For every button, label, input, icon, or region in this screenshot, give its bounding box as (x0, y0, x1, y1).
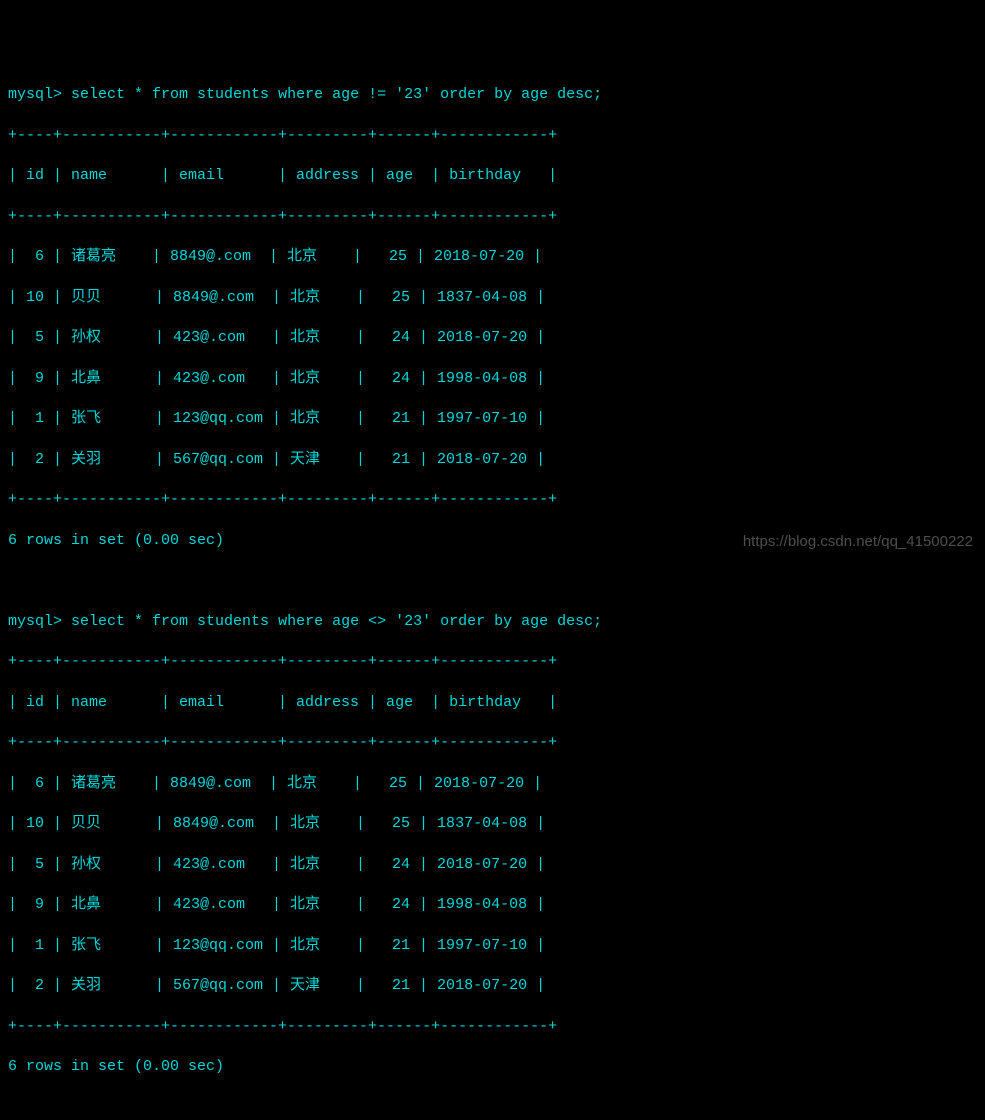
table-row: | 10 | 贝贝 | 8849@.com | 北京 | 25 | 1837-0… (8, 814, 977, 834)
sql-statement: select * from students where age != '23'… (71, 86, 602, 103)
table-row: | 2 | 关羽 | 567@qq.com | 天津 | 21 | 2018-0… (8, 450, 977, 470)
table-row: | 9 | 北鼻 | 423@.com | 北京 | 24 | 1998-04-… (8, 895, 977, 915)
query-line-2[interactable]: mysql> select * from students where age … (8, 612, 977, 632)
table-header: | id | name | email | address | age | bi… (8, 693, 977, 713)
table-row: | 1 | 张飞 | 123@qq.com | 北京 | 21 | 1997-0… (8, 936, 977, 956)
table-row: | 5 | 孙权 | 423@.com | 北京 | 24 | 2018-07-… (8, 855, 977, 875)
table-row: | 9 | 北鼻 | 423@.com | 北京 | 24 | 1998-04-… (8, 369, 977, 389)
table-border: +----+-----------+------------+---------… (8, 490, 977, 510)
sql-statement: select * from students where age <> '23'… (71, 613, 602, 630)
blank-line (8, 571, 977, 591)
table-row: | 2 | 关羽 | 567@qq.com | 天津 | 21 | 2018-0… (8, 976, 977, 996)
table-border: +----+-----------+------------+---------… (8, 207, 977, 227)
mysql-prompt: mysql> (8, 86, 62, 103)
table-border: +----+-----------+------------+---------… (8, 1017, 977, 1037)
table-row: | 5 | 孙权 | 423@.com | 北京 | 24 | 2018-07-… (8, 328, 977, 348)
table-border: +----+-----------+------------+---------… (8, 126, 977, 146)
table-row: | 10 | 贝贝 | 8849@.com | 北京 | 25 | 1837-0… (8, 288, 977, 308)
table-border: +----+-----------+------------+---------… (8, 652, 977, 672)
status-line: 6 rows in set (0.00 sec) (8, 1057, 977, 1077)
table-header: | id | name | email | address | age | bi… (8, 166, 977, 186)
table-row: | 6 | 诸葛亮 | 8849@.com | 北京 | 25 | 2018-0… (8, 247, 977, 267)
query-line-1[interactable]: mysql> select * from students where age … (8, 85, 977, 105)
table-border: +----+-----------+------------+---------… (8, 733, 977, 753)
table-row: | 6 | 诸葛亮 | 8849@.com | 北京 | 25 | 2018-0… (8, 774, 977, 794)
watermark-text: https://blog.csdn.net/qq_41500222 (743, 532, 973, 552)
mysql-prompt: mysql> (8, 613, 62, 630)
table-row: | 1 | 张飞 | 123@qq.com | 北京 | 21 | 1997-0… (8, 409, 977, 429)
